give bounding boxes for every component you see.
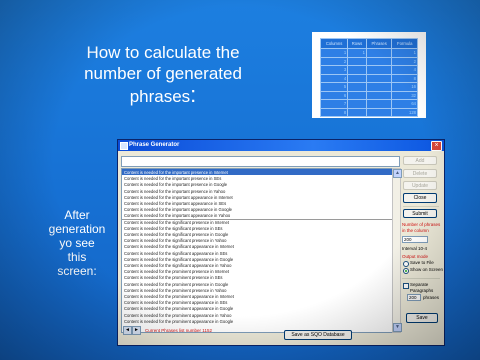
table-cell: 128	[391, 107, 418, 117]
table-cell: 5	[319, 82, 349, 92]
table-cell	[347, 107, 367, 117]
side-caption: After generation yo see this screen:	[44, 208, 110, 278]
table-cell: 6	[319, 90, 349, 100]
table-row: 7 64	[319, 99, 418, 109]
title-line-3: phrases	[129, 87, 191, 106]
table-cell	[347, 73, 367, 83]
divider	[402, 278, 440, 279]
table-header-cell: Columns	[319, 38, 349, 49]
table-row: 5 16	[319, 82, 418, 92]
num-phrases-field[interactable]: 200	[402, 236, 428, 243]
table-cell	[365, 99, 393, 109]
table-header-row: Columns Rows Phrases Formula	[319, 38, 418, 49]
table-row: 111	[319, 48, 418, 58]
submit-button[interactable]: Submit	[403, 209, 437, 218]
table-cell: 1	[319, 48, 349, 58]
table-cell: 1	[347, 48, 367, 58]
table-cell	[365, 73, 393, 83]
close-icon[interactable]: ×	[431, 141, 442, 151]
interval-label: Interval 10-4	[402, 246, 428, 251]
title-line-1: How to calculate the	[86, 43, 240, 62]
table-row: 48	[319, 73, 418, 83]
table-cell: 8	[319, 107, 349, 117]
title-line-2: number of generated	[84, 64, 242, 83]
table-cell	[347, 82, 367, 92]
side-line: yo see	[59, 236, 95, 250]
table-row: 34	[319, 65, 418, 75]
save-button[interactable]: Save	[406, 313, 438, 323]
table-cell: 1	[391, 48, 418, 58]
table-cell	[365, 56, 393, 66]
output-mode-label: Output mode	[402, 254, 429, 259]
table-cell: 7	[319, 99, 349, 109]
save-to-file-label: Save to File	[410, 260, 434, 265]
delete-button[interactable]: Delete	[403, 169, 437, 178]
update-button[interactable]: Update	[403, 181, 437, 190]
table-cell	[347, 90, 367, 100]
app-icon	[120, 142, 128, 150]
window-titlebar[interactable]: Phrase Generator ×	[118, 140, 444, 151]
divider	[403, 206, 439, 207]
table-cell	[365, 90, 393, 100]
prev-arrow-icon[interactable]: ◄	[123, 326, 132, 335]
table-row: 22	[319, 56, 418, 66]
save-to-file-radio[interactable]	[403, 261, 409, 267]
table-cell: 8	[391, 73, 418, 83]
next-arrow-icon[interactable]: ►	[132, 326, 141, 335]
side-line: generation	[48, 222, 106, 236]
phrase-generator-window: Phrase Generator × Content is needed for…	[117, 139, 445, 346]
scroll-up-icon[interactable]: ▲	[393, 169, 402, 178]
formula-table-image: Columns Rows Phrases Formula 1 1 1 2 2 3 4 4 8 5 16 6 32…	[312, 32, 426, 118]
side-line: screen:	[57, 264, 97, 278]
num-phrases-label: Number of phrases in the column	[402, 222, 441, 233]
table-cell: 2	[391, 56, 418, 66]
table-row: 8 128	[319, 107, 418, 117]
table-row: 6 32	[319, 90, 418, 100]
close-button[interactable]: Close	[403, 193, 437, 203]
table-header-cell: Phrases	[365, 38, 393, 49]
formula-table: Columns Rows Phrases Formula 1 1 1 2 2 3 4 4 8 5 16 6 32…	[319, 38, 418, 117]
show-on-screen-label: Show on Screen	[410, 267, 444, 272]
side-line: this	[67, 250, 87, 264]
table-cell: 4	[319, 73, 349, 83]
table-cell	[347, 65, 367, 75]
table-header-cell: Rows	[347, 38, 367, 49]
table-cell: 4	[391, 65, 418, 75]
status-text: Current Phrases list number 1152	[145, 328, 212, 333]
phrase-list[interactable]: Content is needed for the important pres…	[121, 168, 393, 333]
separate-label: Separate Paragraphs	[410, 282, 434, 293]
table-cell	[365, 107, 393, 117]
table-cell	[347, 99, 367, 109]
table-cell	[347, 56, 367, 66]
table-cell: 64	[391, 99, 418, 109]
scroll-down-icon[interactable]: ▼	[393, 323, 402, 332]
list-scrollbar[interactable]: ▲ ▼	[392, 168, 402, 333]
slide-title: How to calculate the number of generated…	[68, 42, 258, 107]
add-button[interactable]: Add	[403, 156, 437, 165]
window-title: Phrase Generator	[129, 142, 180, 148]
list-item[interactable]: Content is needed for the prominent appe…	[122, 318, 392, 324]
table-cell: 32	[391, 90, 418, 100]
show-on-screen-radio[interactable]	[403, 268, 409, 274]
title-colon: :	[190, 82, 197, 107]
table-cell: 2	[319, 56, 349, 66]
separate-field[interactable]: 200	[407, 294, 421, 301]
table-cell	[365, 48, 393, 58]
side-line: After	[64, 208, 90, 222]
separate-checkbox[interactable]	[403, 283, 409, 289]
phrase-input[interactable]	[121, 156, 400, 167]
table-cell: 16	[391, 82, 418, 92]
table-cell	[365, 82, 393, 92]
save-db-button[interactable]: Save as SQO Database	[284, 330, 352, 340]
table-cell: 3	[319, 65, 349, 75]
table-cell	[365, 65, 393, 75]
table-header-cell: Formula	[391, 38, 418, 49]
phrases-suffix-label: phrases	[423, 295, 440, 300]
